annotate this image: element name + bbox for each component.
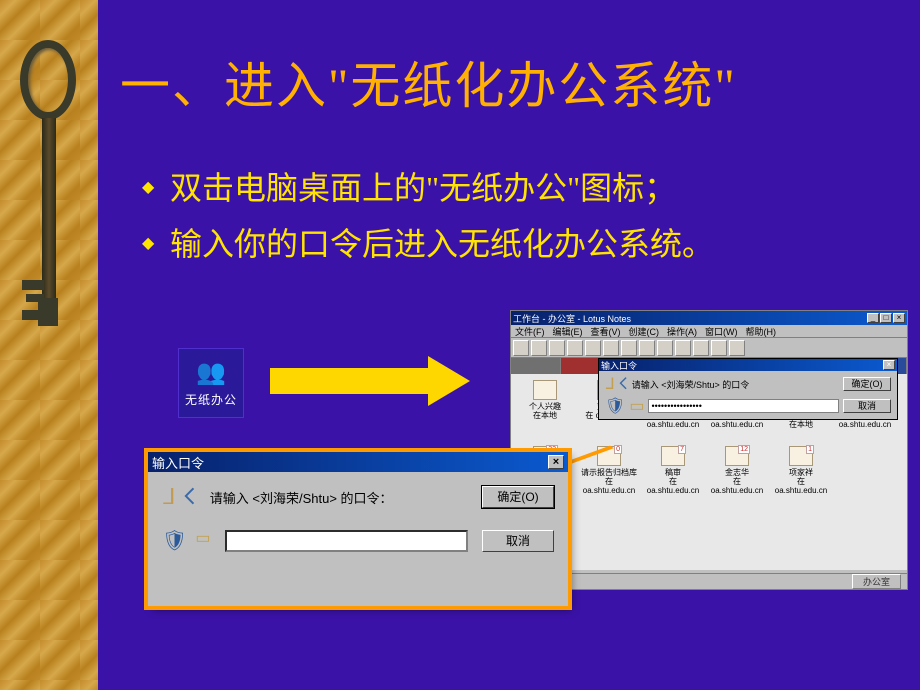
bg-window-titlebar: 工作台 - 办公室 - Lotus Notes _ □ ×: [511, 311, 907, 325]
bullet-item: 输入你的口令后进入无纸化办公系统。: [142, 216, 714, 272]
menu-file[interactable]: 文件(F): [515, 325, 545, 338]
close-button[interactable]: ×: [548, 455, 564, 469]
minimize-button[interactable]: _: [867, 313, 879, 323]
menubar: 文件(F) 编辑(E) 查看(V) 创建(C) 操作(A) 窗口(W) 帮助(H…: [511, 325, 907, 338]
lotus-notes-window: 工作台 - 办公室 - Lotus Notes _ □ × 文件(F) 编辑(E…: [510, 310, 908, 590]
toolbar-button[interactable]: [711, 340, 727, 356]
toolbar-button[interactable]: [603, 340, 619, 356]
bullet-item: 双击电脑桌面上的"无纸办公"图标；: [142, 160, 714, 216]
close-button[interactable]: ×: [893, 313, 905, 323]
note-icon: ▭: [195, 528, 210, 553]
cancel-button[interactable]: 取消: [843, 399, 891, 413]
toolbar-button[interactable]: [693, 340, 709, 356]
close-button[interactable]: ×: [883, 360, 895, 370]
cane-icon: ᒧ: [605, 374, 615, 394]
mini-dialog-prompt: 请输入 <刘海荣/Shtu> 的口令: [632, 378, 839, 391]
menu-view[interactable]: 查看(V): [591, 325, 621, 338]
workspace-tab[interactable]: [511, 358, 561, 374]
menu-window[interactable]: 窗口(W): [705, 325, 738, 338]
decorative-left-stripe: [0, 0, 98, 690]
slide-bullets: 双击电脑桌面上的"无纸办公"图标； 输入你的口令后进入无纸化办公系统。: [142, 160, 714, 272]
menu-create[interactable]: 创建(C): [629, 325, 660, 338]
toolbar-button[interactable]: [549, 340, 565, 356]
maximize-button[interactable]: □: [880, 313, 892, 323]
toolbar-button[interactable]: [729, 340, 745, 356]
ok-button[interactable]: 确定(O): [482, 486, 554, 508]
shield-icon: 🛡: [605, 396, 625, 416]
mini-password-dialog: 输入口令 × ᒧ 𐌂 请输入 <刘海荣/Shtu> 的口令 确定(O) 🛡 ▭ …: [598, 358, 898, 420]
db-icon[interactable]: 个人兴趣在本地: [517, 380, 573, 440]
db-icon[interactable]: 1项家祥在 oa.shtu.edu.cn: [773, 446, 829, 506]
ok-button[interactable]: 确定(O): [843, 377, 891, 391]
dialog-prompt: 请输入 <刘海荣/Shtu> 的口令：: [210, 488, 468, 507]
desktop-icon-label: 无纸办公: [185, 391, 237, 408]
db-icon[interactable]: 7稿审在 oa.shtu.edu.cn: [645, 446, 701, 506]
toolbar-button[interactable]: [675, 340, 691, 356]
password-input[interactable]: [225, 530, 468, 552]
toolbar-button[interactable]: [531, 340, 547, 356]
bg-window-title: 工作台 - 办公室 - Lotus Notes: [513, 312, 867, 325]
desktop-app-icon[interactable]: 👥 无纸办公: [178, 348, 244, 418]
arrow-icon: [270, 356, 490, 406]
key-icon: [12, 40, 82, 360]
toolbar-button[interactable]: [567, 340, 583, 356]
status-right-tab[interactable]: 办公室: [852, 574, 901, 589]
people-icon: 👥: [196, 358, 226, 387]
menu-edit[interactable]: 编辑(E): [553, 325, 583, 338]
toolbar-button[interactable]: [657, 340, 673, 356]
feather-icon: 𐌂: [619, 374, 628, 394]
mini-dialog-title: 输入口令: [601, 359, 637, 372]
dialog-title: 输入口令: [152, 453, 204, 472]
password-dialog: 输入口令 × ᒧ 𐌂 请输入 <刘海荣/Shtu> 的口令： 确定(O) 🛡 ▭…: [148, 452, 568, 606]
slide: 一、进入"无纸化办公系统" 双击电脑桌面上的"无纸办公"图标； 输入你的口令后进…: [0, 0, 920, 690]
note-icon: ▭: [629, 396, 644, 416]
db-icon[interactable]: 12金志华在 oa.shtu.edu.cn: [709, 446, 765, 506]
db-icon[interactable]: 0请示报告归档库在 oa.shtu.edu.cn: [581, 446, 637, 506]
menu-help[interactable]: 帮助(H): [746, 325, 777, 338]
toolbar-button[interactable]: [621, 340, 637, 356]
feather-icon: 𐌂: [183, 484, 195, 510]
toolbar-button[interactable]: [513, 340, 529, 356]
toolbar-button[interactable]: [639, 340, 655, 356]
menu-action[interactable]: 操作(A): [667, 325, 697, 338]
toolbar: [511, 338, 907, 358]
shield-icon: 🛡: [162, 528, 187, 553]
cane-icon: ᒧ: [162, 484, 175, 510]
password-input[interactable]: [648, 399, 839, 413]
cancel-button[interactable]: 取消: [482, 530, 554, 552]
statusbar: 提示输入口令 办公室: [511, 573, 907, 589]
slide-title: 一、进入"无纸化办公系统": [120, 46, 737, 118]
toolbar-button[interactable]: [585, 340, 601, 356]
